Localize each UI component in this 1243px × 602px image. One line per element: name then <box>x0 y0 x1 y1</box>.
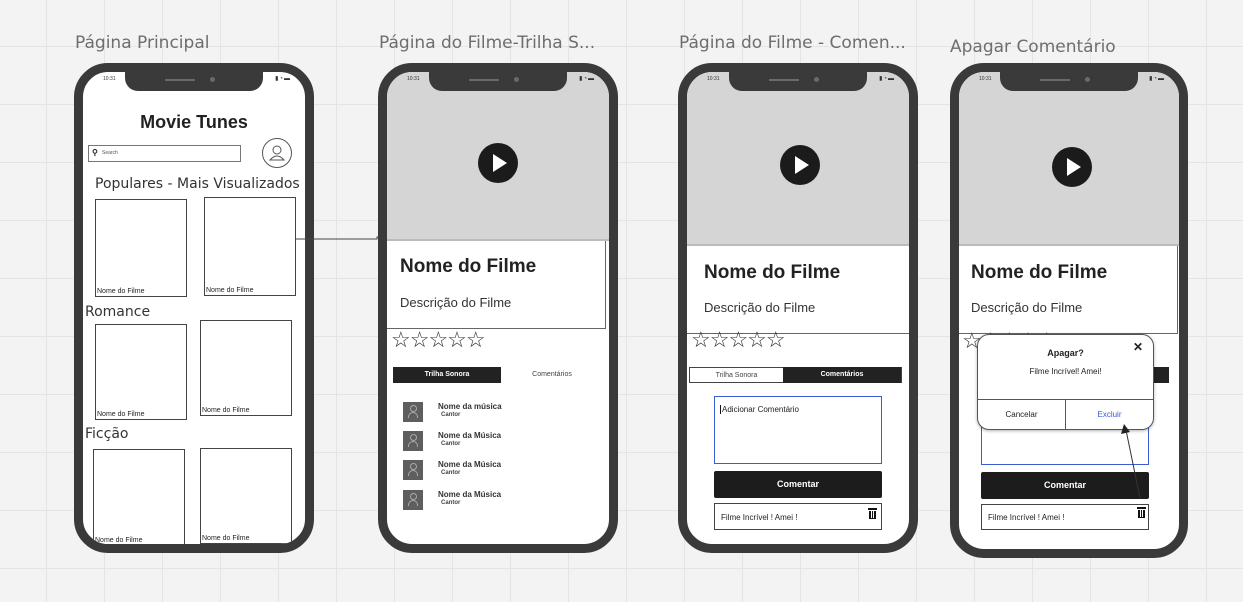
video-player[interactable] <box>959 72 1179 246</box>
song-artist: Cantor <box>441 470 461 476</box>
status-time: 10:31 <box>707 76 720 82</box>
dialog-title: Apagar? <box>1047 348 1084 358</box>
comment-input-placeholder: Adicionar Comentário <box>720 405 799 414</box>
comment-item: Filme Incrível ! Amei ! <box>981 504 1149 530</box>
tab-bar: Trilha Sonora Comentários <box>689 367 902 383</box>
section-romance: Romance <box>85 304 151 320</box>
movie-card-label: Nome do Filme <box>95 537 143 544</box>
phone-home: 10:31 ▮◔▬ Movie Tunes ⚲ Search Populares… <box>74 63 314 553</box>
video-player[interactable] <box>687 72 909 246</box>
notch <box>125 72 263 91</box>
search-input[interactable]: ⚲ Search <box>88 145 241 162</box>
status-icons: ▮◔▬ <box>1149 76 1165 82</box>
play-icon[interactable] <box>780 145 820 185</box>
song-avatar-icon <box>403 402 423 422</box>
status-icons: ▮◔▬ <box>879 76 895 82</box>
comment-text: Filme Incrível ! Amei ! <box>721 513 798 522</box>
rating-stars[interactable]: ☆☆☆☆☆ <box>691 329 786 351</box>
search-icon: ⚲ <box>92 148 98 157</box>
movie-card-label: Nome do Filme <box>202 535 250 542</box>
screen-title-soundtrack: Página do Filme-Trilha S... <box>379 33 596 53</box>
status-time: 10:31 <box>103 76 116 82</box>
movie-card[interactable]: Nome do Filme <box>204 197 296 296</box>
play-icon[interactable] <box>1052 147 1092 187</box>
movie-card[interactable]: Nome do Filme <box>200 448 292 544</box>
rating-stars[interactable]: ☆☆☆☆☆ <box>391 329 486 351</box>
screen-title-delete: Apagar Comentário <box>950 37 1116 57</box>
movie-card-label: Nome do Filme <box>206 287 254 294</box>
movie-info-panel: Nome do Filme Descrição do Filme <box>687 246 909 334</box>
trash-icon[interactable] <box>868 508 877 519</box>
song-item[interactable]: Nome da Música Cantor <box>403 460 593 482</box>
movie-card[interactable]: Nome do Filme <box>95 199 187 297</box>
comment-input[interactable]: Adicionar Comentário <box>714 396 882 464</box>
song-item[interactable]: Nome da música Cantor <box>403 402 593 424</box>
cancel-button[interactable]: Cancelar <box>978 400 1066 429</box>
song-avatar-icon <box>403 431 423 451</box>
profile-button[interactable] <box>262 138 292 168</box>
song-name: Nome da Música <box>438 431 502 440</box>
phone-comments: 10:31 ▮◔▬ Nome do Filme Descrição do Fil… <box>678 63 918 553</box>
section-fiction: Ficção <box>85 426 129 442</box>
movie-card-label: Nome do Filme <box>202 407 250 414</box>
song-name: Nome da Música <box>438 460 502 469</box>
notch <box>729 72 867 91</box>
tab-comments[interactable]: Comentários <box>501 367 603 383</box>
notch <box>1000 72 1138 91</box>
delete-dialog: Apagar? ✕ Filme Incrível! Amei! Cancelar… <box>977 334 1154 430</box>
tab-soundtrack[interactable]: Trilha Sonora <box>690 368 783 384</box>
song-item[interactable]: Nome da Música Cantor <box>403 490 593 512</box>
notch <box>429 72 567 91</box>
tab-soundtrack[interactable]: Trilha Sonora <box>393 367 501 383</box>
movie-title: Nome do Filme <box>704 262 841 283</box>
comment-submit-button[interactable]: Comentar <box>714 471 882 498</box>
search-placeholder: Search <box>102 150 118 156</box>
section-popular: Populares - Mais Visualizados <box>95 176 300 192</box>
user-icon <box>268 145 286 161</box>
movie-card[interactable]: Nome do Filme <box>95 324 187 420</box>
connector-arrow <box>1121 424 1141 499</box>
song-avatar-icon <box>403 460 423 480</box>
screen-title-comments: Página do Filme - Comen... <box>679 33 906 53</box>
song-artist: Cantor <box>441 441 461 447</box>
status-time: 10:31 <box>979 76 992 82</box>
play-icon[interactable] <box>478 143 518 183</box>
screen-title-home: Página Principal <box>75 33 210 53</box>
song-artist: Cantor <box>441 412 461 418</box>
song-item[interactable]: Nome da Música Cantor <box>403 431 593 453</box>
tab-bar: Trilha Sonora Comentários <box>393 367 603 383</box>
phone-delete: 10:31 ▮◔▬ Nome do Filme Descrição do Fil… <box>950 63 1188 558</box>
movie-title: Nome do Filme <box>971 262 1108 283</box>
song-artist: Cantor <box>441 500 461 506</box>
video-player[interactable] <box>387 72 609 241</box>
app-title: Movie Tunes <box>140 112 248 132</box>
movie-card[interactable]: Nome do Filme <box>93 449 185 544</box>
comment-text: Filme Incrível ! Amei ! <box>988 513 1065 522</box>
status-time: 10:31 <box>407 76 420 82</box>
movie-card-label: Nome do Filme <box>97 411 145 418</box>
movie-card-label: Nome do Filme <box>97 288 145 295</box>
status-icons: ▮◔▬ <box>275 76 291 82</box>
comment-item: Filme Incrível ! Amei ! <box>714 503 882 530</box>
phone-soundtrack: 10:31 ▮◔▬ Nome do Filme Descrição do Fil… <box>378 63 618 553</box>
movie-description: Descrição do Filme <box>971 300 1083 315</box>
trash-icon[interactable] <box>1137 507 1146 518</box>
movie-title: Nome do Filme <box>400 256 537 277</box>
movie-description: Descrição do Filme <box>704 300 816 315</box>
dialog-message: Filme Incrível! Amei! <box>1029 367 1102 376</box>
close-icon[interactable]: ✕ <box>1133 340 1143 354</box>
movie-card[interactable]: Nome do Filme <box>200 320 292 416</box>
tab-comments[interactable]: Comentários <box>783 367 901 383</box>
movie-info-panel: Nome do Filme Descrição do Filme <box>959 246 1178 334</box>
song-name: Nome da Música <box>438 490 502 499</box>
song-avatar-icon <box>403 490 423 510</box>
movie-info-panel: Nome do Filme Descrição do Filme <box>387 241 606 329</box>
movie-description: Descrição do Filme <box>400 295 512 310</box>
song-name: Nome da música <box>438 402 502 411</box>
status-icons: ▮◔▬ <box>579 76 595 82</box>
